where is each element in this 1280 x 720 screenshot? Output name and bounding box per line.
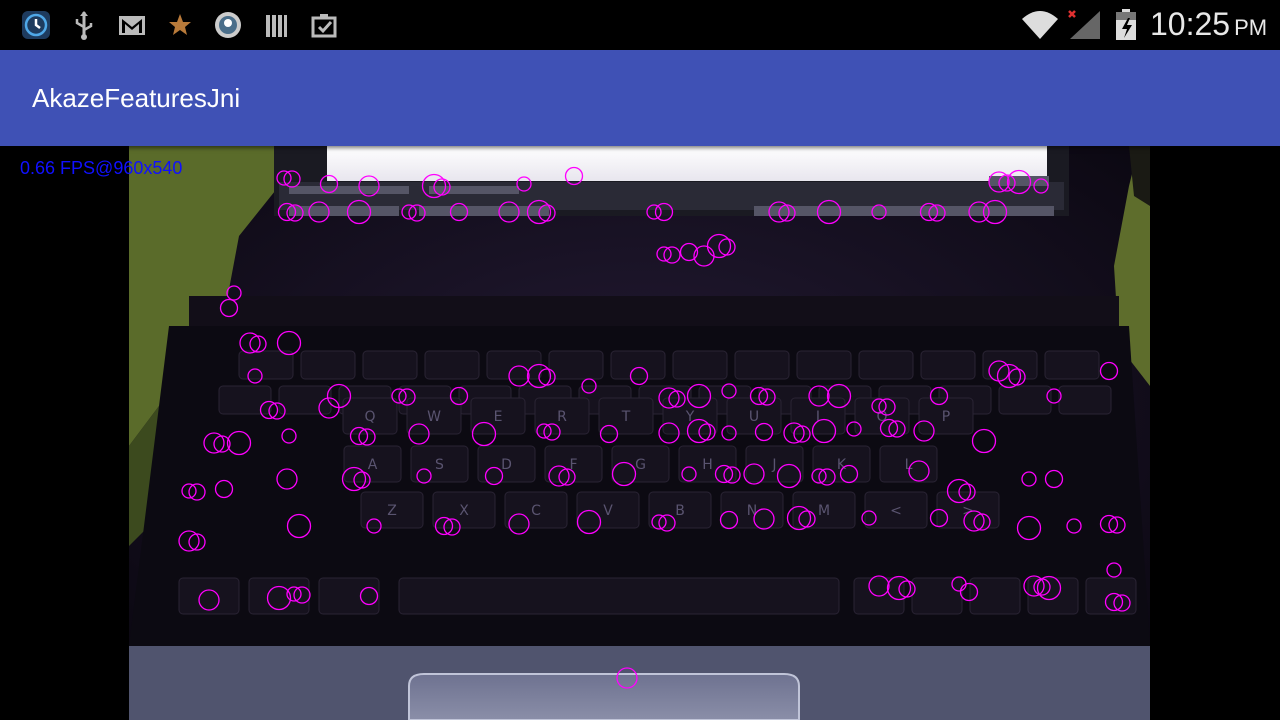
key-label: G: [635, 457, 646, 473]
keyboard-key: [398, 577, 840, 615]
key-label: A: [368, 457, 378, 473]
signal-no-service-icon: [1068, 10, 1100, 39]
keyboard-key: [548, 350, 604, 380]
keyboard-key: [911, 577, 963, 615]
keyboard-key: [969, 577, 1021, 615]
key-label: R: [557, 409, 567, 425]
keyboard-key: [178, 577, 240, 615]
key-label: S: [435, 457, 444, 473]
battery-charging-icon: [1116, 9, 1136, 40]
camera-preview[interactable]: Q W E R T Y U I O P A S D F G H J K L Z X C V B N M < >: [129, 146, 1150, 720]
key-label: Z: [387, 503, 397, 519]
wifi-icon: [1022, 11, 1058, 39]
laptop-screen: [327, 146, 1047, 181]
clock-ampm: PM: [1234, 15, 1268, 40]
keyboard-key: [300, 350, 356, 380]
key-label: N: [747, 503, 757, 519]
usb-icon: [75, 11, 93, 40]
keyboard-key: [920, 350, 976, 380]
key-label: U: [749, 409, 759, 425]
keyboard-key: [318, 577, 380, 615]
key-label: Y: [685, 409, 695, 425]
clipboard-check-icon: [311, 14, 337, 38]
keyboard-key: [734, 350, 790, 380]
keyboard-key: [796, 350, 852, 380]
camera-frame: Q W E R T Y U I O PA S D F G H J K LZ X C V B N M < >: [129, 146, 1150, 720]
keyboard-key: [1044, 350, 1100, 380]
key-label: D: [501, 457, 512, 473]
key-label: J: [771, 457, 776, 473]
keyboard-key: [672, 350, 728, 380]
app-title: AkazeFeaturesJni: [32, 83, 241, 113]
key-label: M: [818, 503, 830, 519]
key-label: C: [531, 503, 541, 519]
touchpad: [408, 673, 800, 720]
keyboard-key: [486, 350, 542, 380]
status-clock: 10:25 PM: [1150, 6, 1267, 43]
key-label: W: [427, 409, 441, 425]
keyboard-key: [610, 350, 666, 380]
keyboard-key: [218, 385, 272, 415]
key-label: <: [890, 503, 902, 519]
app-notification-icon: [22, 11, 50, 39]
app-bar: AkazeFeaturesJni: [0, 50, 1280, 146]
star-app-icon: [169, 14, 191, 35]
key-label: P: [942, 409, 950, 425]
key-label: Q: [364, 409, 375, 425]
keyboard-key: [248, 577, 310, 615]
photo-app-icon: [215, 12, 241, 38]
key-label: E: [494, 409, 503, 425]
keyboard-key: [238, 350, 294, 380]
keyboard-key: [1058, 385, 1112, 415]
key-label: H: [702, 457, 713, 473]
key-label: X: [459, 503, 469, 519]
keyboard-key: [362, 350, 418, 380]
library-icon: [266, 15, 287, 37]
content-area: 0.66 FPS@960x540 Q W E R T Y U I O P A S…: [0, 146, 1280, 720]
fps-overlay: 0.66 FPS@960x540: [20, 158, 183, 178]
keyboard-key: [424, 350, 480, 380]
clock-time: 10:25: [1150, 6, 1231, 42]
key-label: T: [621, 409, 631, 425]
gmail-icon: [119, 16, 145, 35]
keyboard-key: [858, 350, 914, 380]
key-label: V: [603, 503, 613, 519]
key-label: B: [675, 503, 685, 519]
status-bar: 10:25 PM: [0, 0, 1280, 50]
keyboard-key: [998, 385, 1052, 415]
